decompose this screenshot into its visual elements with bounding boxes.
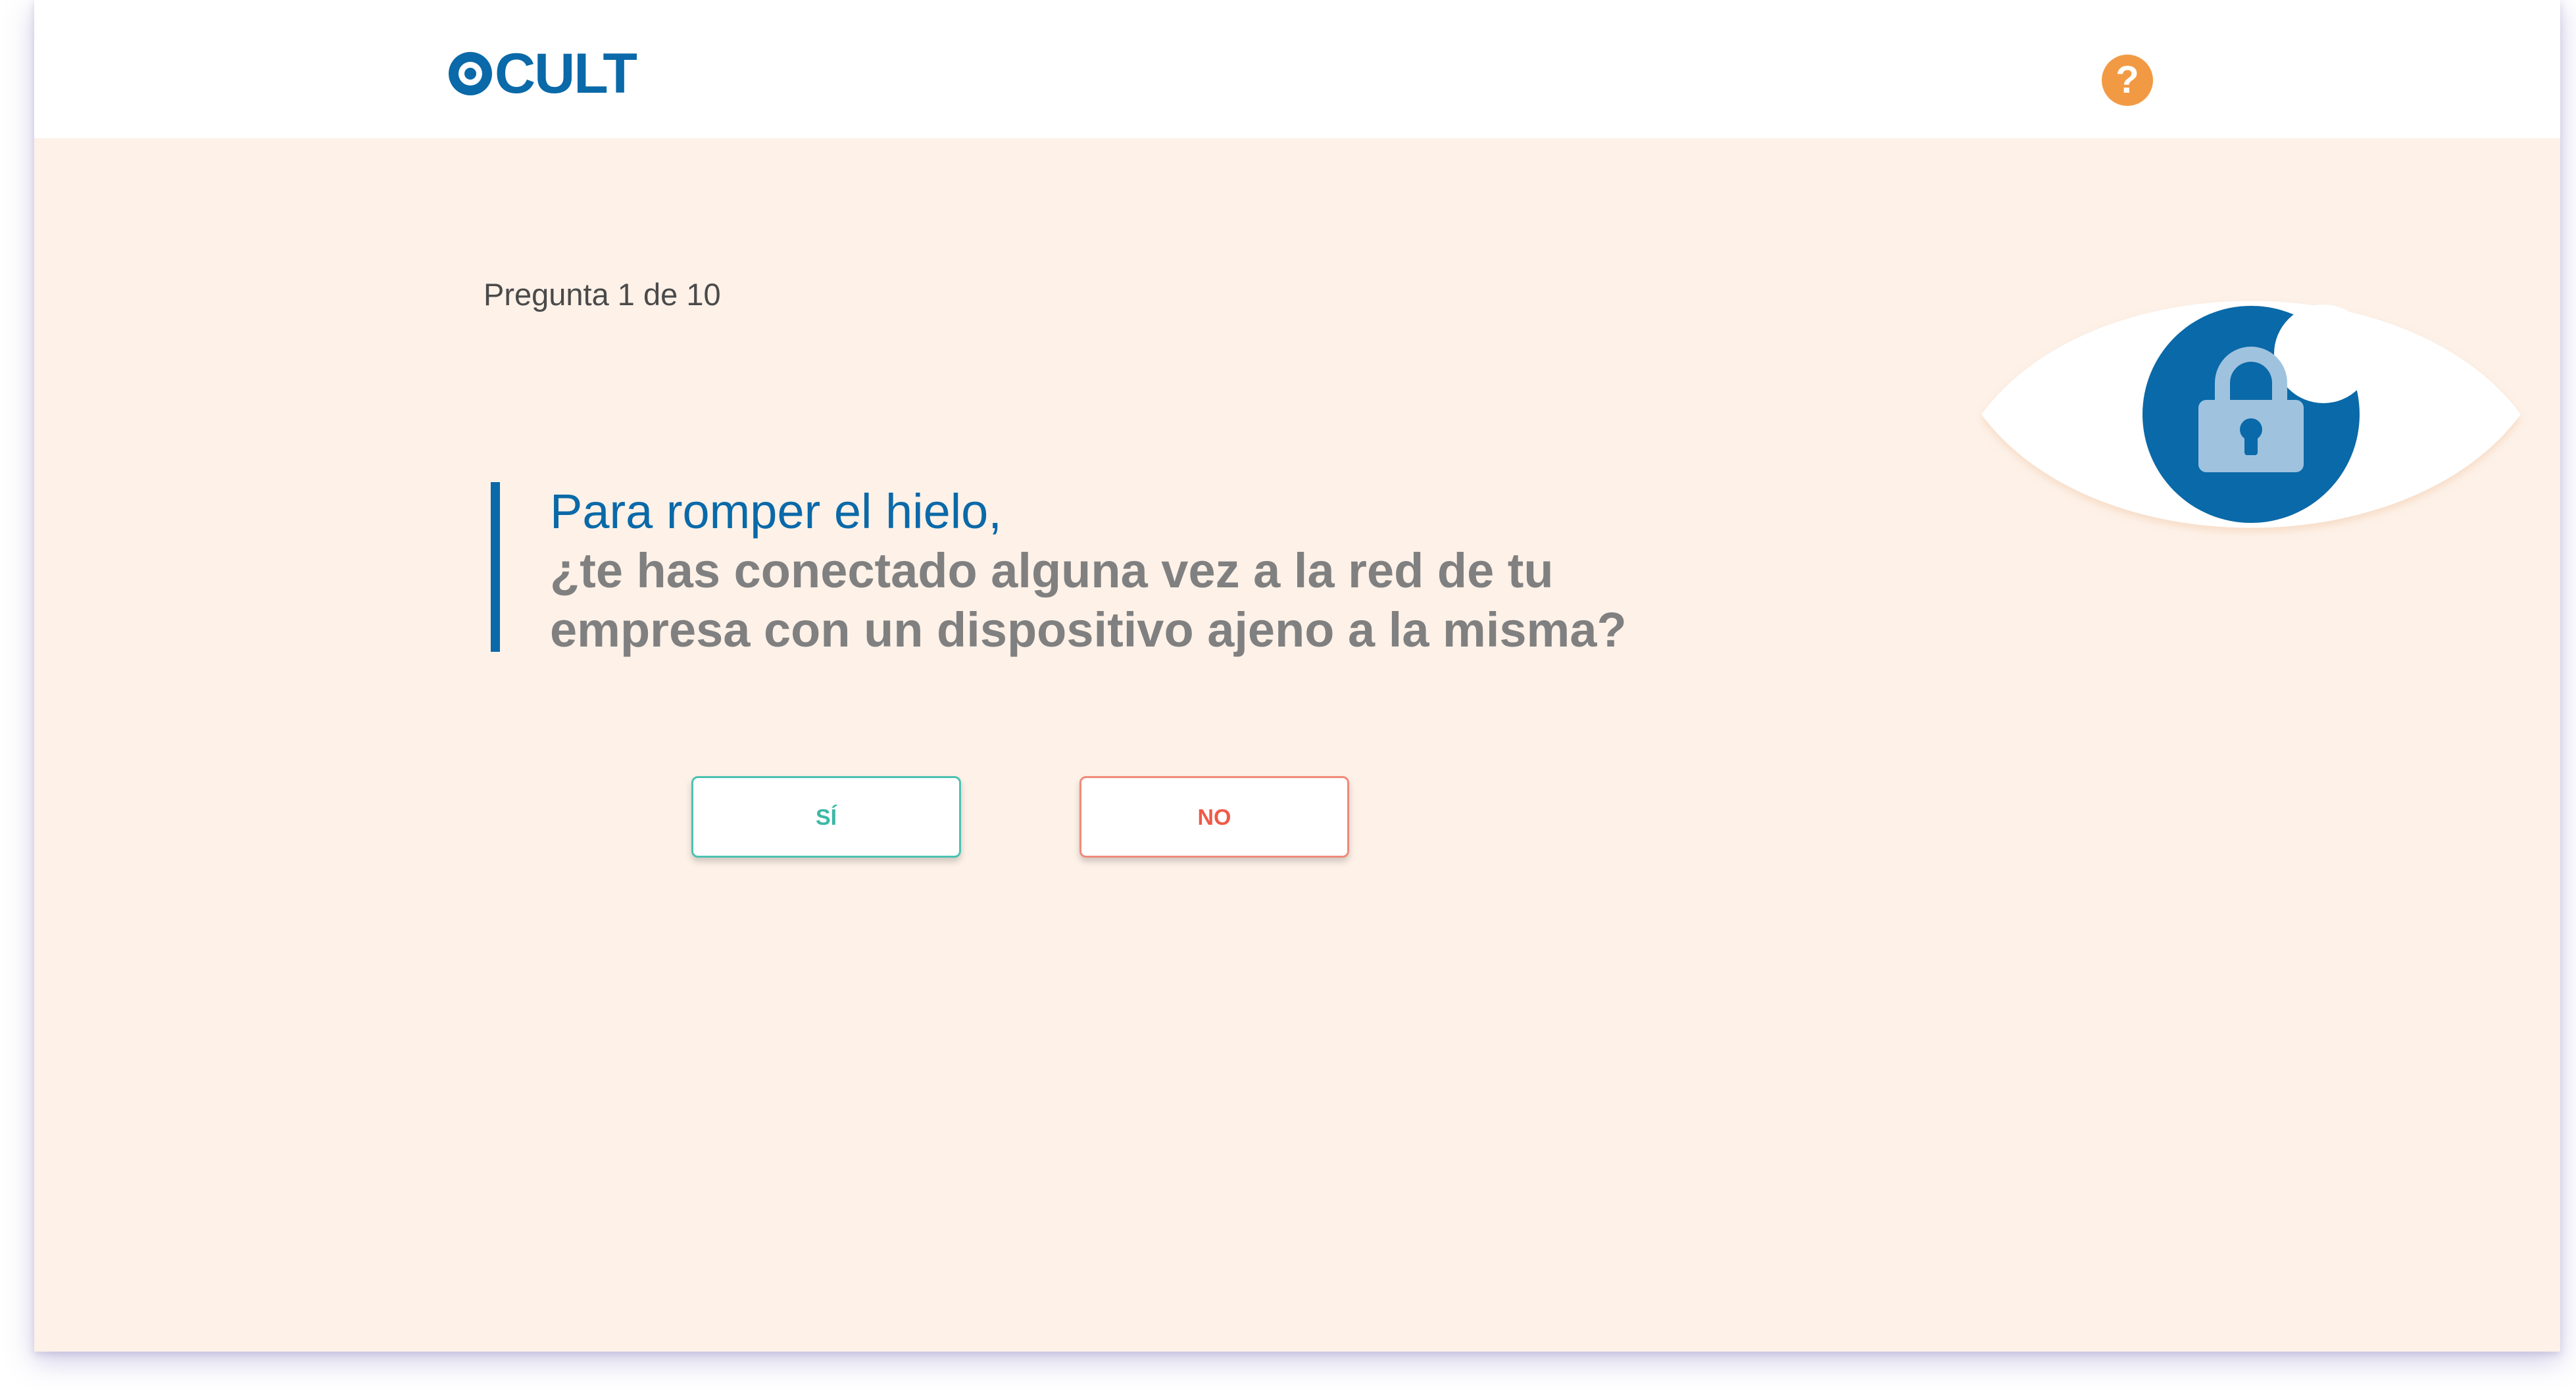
no-button[interactable]: NO bbox=[1079, 776, 1349, 858]
eye-logo-icon bbox=[449, 52, 492, 95]
question-mark-icon: ? bbox=[2116, 59, 2139, 101]
ocult-logo[interactable]: CULT bbox=[449, 42, 637, 105]
top-bar: CULT ? bbox=[34, 0, 2560, 138]
help-button[interactable]: ? bbox=[2102, 55, 2153, 106]
question-block: Para romper el hielo, ¿te has conectado … bbox=[491, 482, 1675, 657]
eye-lock-icon bbox=[1981, 301, 2521, 528]
logo-text: CULT bbox=[495, 42, 637, 105]
yes-button[interactable]: SÍ bbox=[691, 776, 961, 858]
question-lead: Para romper el hielo, bbox=[550, 484, 1002, 539]
iris-highlight bbox=[2274, 305, 2373, 403]
app-window: CULT ? Pregunta 1 de 10 Para romper el h… bbox=[34, 0, 2560, 1352]
question-text: ¿te has conectado alguna vez a la red de… bbox=[550, 543, 1627, 657]
question-accent-bar bbox=[491, 482, 500, 652]
question-counter: Pregunta 1 de 10 bbox=[483, 277, 721, 312]
